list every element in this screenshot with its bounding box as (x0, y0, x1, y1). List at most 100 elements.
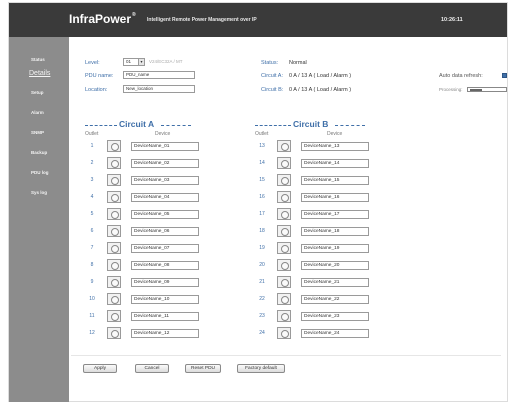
outlet-power-icon[interactable] (277, 310, 291, 322)
outlet-row: 8 DeviceName_08 (85, 259, 205, 273)
device-name-field[interactable]: DeviceName_05 (131, 210, 199, 219)
sidebar-item-snmp[interactable]: SNMP (31, 130, 44, 135)
outlet-power-icon[interactable] (107, 242, 121, 254)
model-text: V24/EC32A / MT (149, 59, 183, 64)
sidebar-item-sys-log[interactable]: Sys log (31, 190, 47, 195)
outlet-power-icon[interactable] (107, 310, 121, 322)
outlet-power-icon[interactable] (277, 242, 291, 254)
outlet-row: 21 DeviceName_21 (255, 276, 375, 290)
sidebar-item-status[interactable]: Status (31, 57, 45, 62)
device-name-field[interactable]: DeviceName_11 (131, 312, 199, 321)
outlet-row: 14 DeviceName_14 (255, 157, 375, 171)
device-name-field[interactable]: DeviceName_08 (131, 261, 199, 270)
sidebar-item-pdu-log[interactable]: PDU log (31, 170, 49, 175)
location-label: Location: (85, 87, 108, 93)
outlet-power-icon[interactable] (107, 174, 121, 186)
outlet-number: 18 (259, 228, 265, 234)
circuit-b-value: 0 A / 13 A ( Load / Alarm ) (289, 87, 352, 93)
outlet-number: 9 (90, 279, 94, 285)
outlet-row: 10 DeviceName_10 (85, 293, 205, 307)
reset-pdu-button[interactable]: Reset PDU (185, 364, 221, 373)
auto-refresh-checkbox[interactable] (502, 73, 507, 78)
outlet-row: 4 DeviceName_04 (85, 191, 205, 205)
device-name-field[interactable]: DeviceName_10 (131, 295, 199, 304)
outlet-power-icon[interactable] (277, 208, 291, 220)
device-name-field[interactable]: DeviceName_13 (301, 142, 369, 151)
outlet-row: 5 DeviceName_05 (85, 208, 205, 222)
outlet-power-icon[interactable] (107, 225, 121, 237)
circuit-b-label: Circuit B: (261, 87, 284, 93)
device-name-field[interactable]: DeviceName_18 (301, 227, 369, 236)
outlet-power-icon[interactable] (107, 276, 121, 288)
device-name-field[interactable]: DeviceName_09 (131, 278, 199, 287)
sidebar-item-setup[interactable]: Setup (31, 90, 44, 95)
cancel-button[interactable]: Cancel (135, 364, 169, 373)
brand-logo: InfraPower® (69, 12, 136, 26)
device-name-field[interactable]: DeviceName_12 (131, 329, 199, 338)
outlet-power-icon[interactable] (277, 225, 291, 237)
device-name-field[interactable]: DeviceName_22 (301, 295, 369, 304)
device-name-field[interactable]: DeviceName_23 (301, 312, 369, 321)
device-name-field[interactable]: DeviceName_07 (131, 244, 199, 253)
processing-bar-fill (470, 89, 482, 91)
outlet-number: 12 (89, 330, 95, 336)
apply-button[interactable]: Apply (83, 364, 117, 373)
outlet-power-icon[interactable] (107, 208, 121, 220)
device-name-field[interactable]: DeviceName_16 (301, 193, 369, 202)
location-field[interactable]: New_location (123, 85, 195, 93)
outlet-number: 24 (259, 330, 265, 336)
outlet-number: 19 (259, 245, 265, 251)
outlet-power-icon[interactable] (277, 191, 291, 203)
sidebar-item-backup[interactable]: Backup (31, 150, 47, 155)
outlet-power-icon[interactable] (107, 293, 121, 305)
circuit-a-outlet-header: Outlet (85, 131, 99, 137)
outlet-power-icon[interactable] (107, 157, 121, 169)
outlet-row: 3 DeviceName_03 (85, 174, 205, 188)
outlet-power-icon[interactable] (107, 191, 121, 203)
clock: 10:26:11 (441, 17, 463, 23)
outlet-number: 7 (90, 245, 94, 251)
circuit-b-rule-left (255, 125, 291, 126)
device-name-field[interactable]: DeviceName_15 (301, 176, 369, 185)
outlet-number: 15 (259, 177, 265, 183)
outlet-power-icon[interactable] (277, 276, 291, 288)
pdu-name-label: PDU name: (85, 73, 114, 79)
outlet-row: 2 DeviceName_02 (85, 157, 205, 171)
outlet-number: 16 (259, 194, 265, 200)
outlet-number: 5 (90, 211, 94, 217)
device-name-field[interactable]: DeviceName_14 (301, 159, 369, 168)
device-name-field[interactable]: DeviceName_06 (131, 227, 199, 236)
device-name-field[interactable]: DeviceName_21 (301, 278, 369, 287)
device-name-field[interactable]: DeviceName_17 (301, 210, 369, 219)
device-name-field[interactable]: DeviceName_03 (131, 176, 199, 185)
level-select[interactable]: 01 ▾ (123, 58, 145, 66)
outlet-power-icon[interactable] (277, 293, 291, 305)
outlet-row: 11 DeviceName_11 (85, 310, 205, 324)
outlet-power-icon[interactable] (277, 174, 291, 186)
processing-bar (467, 87, 507, 92)
outlet-power-icon[interactable] (107, 259, 121, 271)
circuit-a-value: 0 A / 13 A ( Load / Alarm ) (289, 73, 352, 79)
device-name-field[interactable]: DeviceName_20 (301, 261, 369, 270)
sidebar-item-details[interactable]: Details (29, 70, 50, 77)
factory-default-button[interactable]: Factory default (237, 364, 285, 373)
outlet-power-icon[interactable] (277, 259, 291, 271)
outlet-row: 24 DeviceName_24 (255, 327, 375, 341)
outlet-power-icon[interactable] (277, 140, 291, 152)
outlet-row: 7 DeviceName_07 (85, 242, 205, 256)
outlet-power-icon[interactable] (277, 327, 291, 339)
pdu-name-field[interactable]: PDU_name (123, 71, 195, 79)
outlet-row: 16 DeviceName_16 (255, 191, 375, 205)
outlet-power-icon[interactable] (277, 157, 291, 169)
device-name-field[interactable]: DeviceName_02 (131, 159, 199, 168)
outlet-row: 18 DeviceName_18 (255, 225, 375, 239)
sidebar-item-alarm[interactable]: Alarm (31, 110, 44, 115)
outlet-number: 17 (259, 211, 265, 217)
device-name-field[interactable]: DeviceName_04 (131, 193, 199, 202)
device-name-field[interactable]: DeviceName_19 (301, 244, 369, 253)
status-label: Status: (261, 60, 279, 66)
device-name-field[interactable]: DeviceName_24 (301, 329, 369, 338)
outlet-power-icon[interactable] (107, 140, 121, 152)
device-name-field[interactable]: DeviceName_01 (131, 142, 199, 151)
outlet-power-icon[interactable] (107, 327, 121, 339)
